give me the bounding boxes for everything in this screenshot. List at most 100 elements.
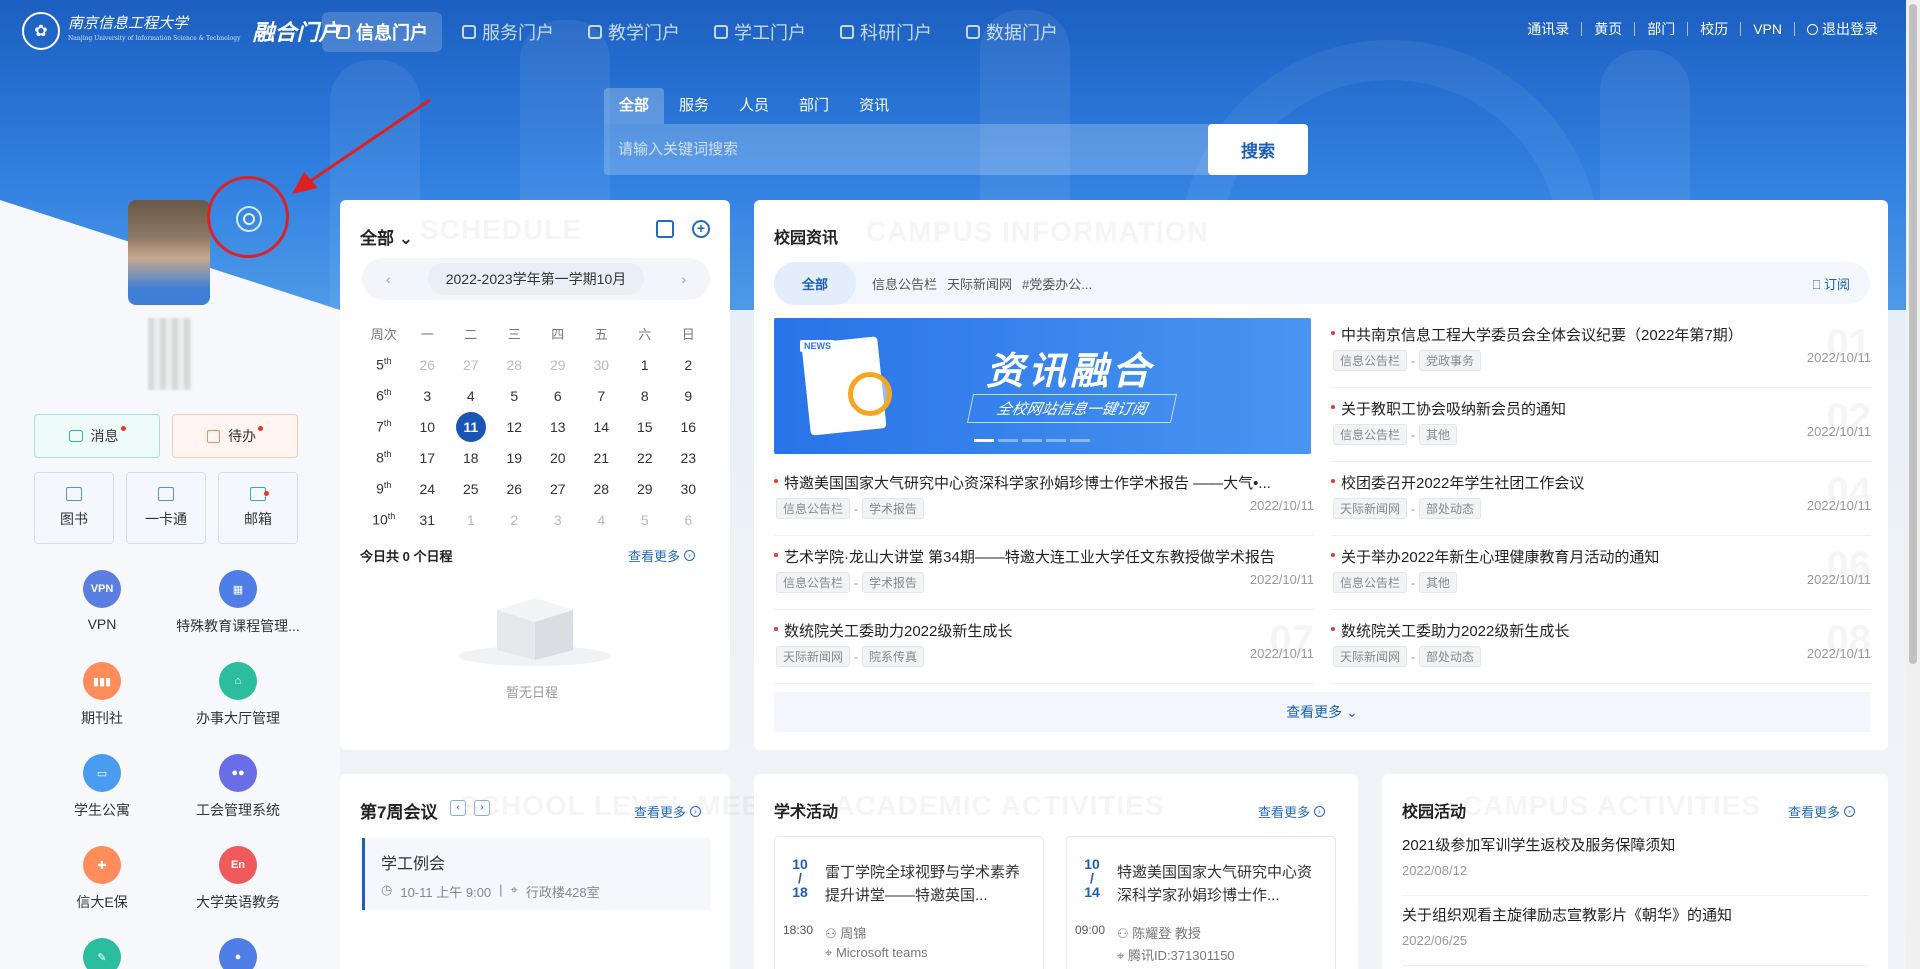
meeting-more-link[interactable]: 查看更多 › xyxy=(634,802,702,821)
calendar-day[interactable]: 31 xyxy=(406,512,450,528)
link-vpn[interactable]: VPN xyxy=(1740,22,1794,36)
calendar-day[interactable]: 28 xyxy=(493,357,537,373)
calendar-day[interactable]: 6 xyxy=(536,388,580,404)
calendar-day[interactable]: 27 xyxy=(536,481,580,497)
search-tab-news[interactable]: 资讯 xyxy=(844,88,904,124)
app-english[interactable]: En 大学英语教务 xyxy=(168,846,308,912)
link-departments[interactable]: 部门 xyxy=(1634,22,1687,36)
calendar-day[interactable]: 23 xyxy=(667,450,711,466)
news-item[interactable]: 特邀美国国家大气研究中心资深科学家孙娟珍博士作学术报告 ——大气•... 信息公… xyxy=(774,466,1314,536)
scrollbar-thumb[interactable] xyxy=(1909,4,1917,664)
calendar-day-today[interactable]: 11 xyxy=(455,411,486,442)
calendar-day[interactable]: 19 xyxy=(493,450,537,466)
page-scrollbar[interactable] xyxy=(1906,0,1920,969)
news-more-button[interactable]: 查看更多 ⌄ xyxy=(774,692,1870,732)
calendar-day[interactable]: 30 xyxy=(667,481,711,497)
search-button[interactable]: 搜索 xyxy=(1208,124,1308,175)
logout-button[interactable]: 退出登录 xyxy=(1794,22,1890,36)
calendar-day[interactable]: 28 xyxy=(580,481,624,497)
campus-activity-item[interactable]: 关于组织观看主旋律励志宣教影片《朝华》的通知 2022/06/25 xyxy=(1402,898,1868,966)
tab-research-portal[interactable]: 科研门户 xyxy=(826,12,946,52)
academic-activity[interactable]: 10/18 18:30 雷丁学院全球视野与学术素养提升讲堂——特邀英国... ⚇… xyxy=(774,836,1044,969)
news-banner[interactable]: NEWS 资讯融合 全校网站信息一键订阅 xyxy=(774,318,1311,454)
calendar-day[interactable]: 22 xyxy=(623,450,667,466)
news-tab-tianji[interactable]: 天际新闻网 xyxy=(947,274,1012,293)
calendar-day[interactable]: 18 xyxy=(449,450,493,466)
calendar-day[interactable]: 29 xyxy=(623,481,667,497)
next-month-icon[interactable]: › xyxy=(681,271,686,287)
app-more-1[interactable]: ✎ xyxy=(32,938,172,969)
calendar-day[interactable]: 17 xyxy=(406,450,450,466)
tab-info-portal[interactable]: 信息门户 xyxy=(322,12,442,52)
calendar-day[interactable]: 15 xyxy=(623,419,667,435)
link-calendar[interactable]: 校历 xyxy=(1687,22,1740,36)
calendar-day[interactable]: 29 xyxy=(536,357,580,373)
calendar-day[interactable]: 5 xyxy=(493,388,537,404)
calendar-day[interactable]: 30 xyxy=(580,357,624,373)
tab-student-affairs-portal[interactable]: 学工门户 xyxy=(700,12,820,52)
news-item[interactable]: 艺术学院·龙山大讲堂 第34期——特邀大连工业大学任文东教授做学术报告 信息公告… xyxy=(774,540,1314,610)
next-week-button[interactable]: › xyxy=(474,800,490,816)
news-tab-bulletin[interactable]: 信息公告栏 xyxy=(872,274,937,293)
calendar-day[interactable]: 4 xyxy=(580,512,624,528)
calendar-day[interactable]: 1 xyxy=(623,357,667,373)
schedule-filter[interactable]: 全部 ⌄ xyxy=(360,224,413,249)
calendar-day[interactable]: 24 xyxy=(406,481,450,497)
calendar-day[interactable]: 9 xyxy=(667,388,711,404)
academic-more-link[interactable]: 查看更多 › xyxy=(1258,802,1326,821)
campus-card-button[interactable]: 一卡通 xyxy=(126,472,206,544)
calendar-day[interactable]: 1 xyxy=(449,512,493,528)
news-item-title[interactable]: 数统院关工委助力2022级新生成长 xyxy=(1331,620,1569,641)
news-item[interactable]: 04 校团委召开2022年学生社团工作会议 天际新闻网-部处动态 2022/10… xyxy=(1331,466,1871,536)
search-tab-all[interactable]: 全部 xyxy=(604,88,665,124)
calendar-day[interactable]: 20 xyxy=(536,450,580,466)
calendar-day[interactable]: 2 xyxy=(667,357,711,373)
prev-week-button[interactable]: ‹ xyxy=(450,800,466,816)
search-tab-people[interactable]: 人员 xyxy=(724,88,784,124)
calendar-day[interactable]: 7 xyxy=(580,388,624,404)
app-more-2[interactable]: ● xyxy=(168,938,308,969)
calendar-day[interactable]: 25 xyxy=(449,481,493,497)
campus-activity-item[interactable]: 2021级参加军训学生返校及服务保障须知 2022/08/12 xyxy=(1402,828,1868,896)
app-insurance[interactable]: ✚ 信大E保 xyxy=(32,846,172,912)
activity-title[interactable]: 特邀美国国家大气研究中心资深科学家孙娟珍博士作... xyxy=(1117,861,1323,907)
calendar-day[interactable]: 16 xyxy=(667,419,711,435)
search-tab-service[interactable]: 服务 xyxy=(664,88,724,124)
news-tab-all[interactable]: 全部 xyxy=(774,261,857,305)
app-special-education[interactable]: ▦ 特殊教育课程管理... xyxy=(168,570,308,636)
app-dormitory[interactable]: ▭ 学生公寓 xyxy=(32,754,172,820)
carousel-dots[interactable] xyxy=(974,439,1090,442)
search-tab-department[interactable]: 部门 xyxy=(784,88,844,124)
message-button[interactable]: 消息 xyxy=(34,414,160,458)
app-union[interactable]: ●● 工会管理系统 xyxy=(168,754,308,820)
campus-more-link[interactable]: 查看更多 › xyxy=(1788,802,1856,821)
news-item-title[interactable]: 中共南京信息工程大学委员会全体会议纪要（2022年第7期） xyxy=(1331,324,1743,345)
calendar-day[interactable]: 4 xyxy=(449,388,493,404)
calendar-day[interactable]: 6 xyxy=(667,512,711,528)
calendar-day[interactable]: 10 xyxy=(406,419,450,435)
news-item-title[interactable]: 数统院关工委助力2022级新生成长 xyxy=(774,620,1012,641)
news-item-title[interactable]: 关于举办2022年新生心理健康教育月活动的通知 xyxy=(1331,546,1659,567)
news-item[interactable]: 02 关于教职工协会吸纳新会员的通知 信息公告栏-其他 2022/10/11 xyxy=(1331,392,1871,462)
calendar-day[interactable]: 21 xyxy=(580,450,624,466)
subscribe-button[interactable]: ⎕ 订阅 xyxy=(1813,274,1850,293)
link-directory[interactable]: 通讯录 xyxy=(1515,22,1581,36)
news-item-title[interactable]: 校团委召开2022年学生社团工作会议 xyxy=(1331,472,1584,493)
academic-activity[interactable]: 10/14 09:00 特邀美国国家大气研究中心资深科学家孙娟珍博士作... ⚇… xyxy=(1066,836,1336,969)
news-item[interactable]: 06 关于举办2022年新生心理健康教育月活动的通知 信息公告栏-其他 2022… xyxy=(1331,540,1871,610)
search-input[interactable] xyxy=(618,124,1188,175)
news-item-title[interactable]: 关于教职工协会吸纳新会员的通知 xyxy=(1331,398,1566,419)
news-item[interactable]: 08 数统院关工委助力2022级新生成长 天际新闻网-部处动态 2022/10/… xyxy=(1331,614,1871,684)
calendar-day[interactable]: 5 xyxy=(623,512,667,528)
news-item[interactable]: 07 数统院关工委助力2022级新生成长 天际新闻网-院系传真 2022/10/… xyxy=(774,614,1314,684)
app-vpn[interactable]: VPN VPN xyxy=(32,570,172,632)
library-button[interactable]: 图书 xyxy=(34,472,114,544)
schedule-more-link[interactable]: 查看更多 › xyxy=(628,546,696,565)
calendar-day[interactable]: 3 xyxy=(406,388,450,404)
avatar[interactable] xyxy=(128,200,210,305)
app-service-hall[interactable]: ⌂ 办事大厅管理 xyxy=(168,662,308,728)
calendar-day[interactable]: 14 xyxy=(580,419,624,435)
prev-month-icon[interactable]: ‹ xyxy=(386,271,391,287)
todo-button[interactable]: 待办 xyxy=(172,414,298,458)
calendar-day[interactable]: 27 xyxy=(449,357,493,373)
